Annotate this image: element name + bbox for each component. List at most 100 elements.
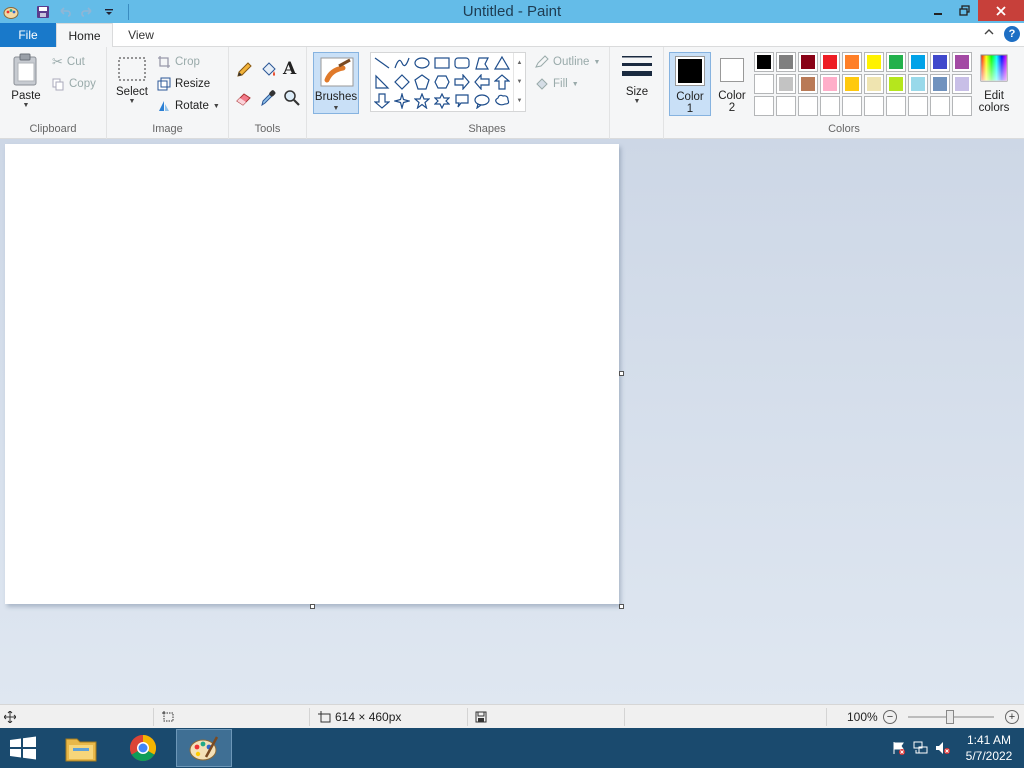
shape-pentagon-icon[interactable]: [413, 73, 431, 91]
palette-empty-swatch[interactable]: [864, 96, 884, 116]
shape-diamond-icon[interactable]: [393, 73, 411, 91]
paste-button[interactable]: Paste ▼: [6, 53, 46, 109]
shape-rounded-callout-icon[interactable]: [453, 92, 471, 110]
zoom-in-button[interactable]: +: [1005, 710, 1019, 724]
restore-button[interactable]: [951, 0, 978, 21]
shape-oval-callout-icon[interactable]: [473, 92, 491, 110]
palette-empty-swatch[interactable]: [820, 96, 840, 116]
shape-left-arrow-icon[interactable]: [473, 73, 491, 91]
shape-polygon-icon[interactable]: [473, 54, 491, 72]
shape-rounded-rectangle-icon[interactable]: [453, 54, 471, 72]
copy-button[interactable]: Copy: [52, 75, 96, 93]
shapes-scrollbar[interactable]: ▲ ▼ ▼: [513, 53, 525, 111]
palette-empty-swatch[interactable]: [908, 96, 928, 116]
rotate-dropdown-icon[interactable]: ▼: [213, 103, 220, 110]
shape-right-triangle-icon[interactable]: [373, 73, 391, 91]
shape-four-point-star-icon[interactable]: [393, 92, 411, 110]
palette-color-swatch[interactable]: [908, 52, 928, 72]
palette-color-swatch[interactable]: [754, 52, 774, 72]
fill-button[interactable]: Fill ▼: [534, 75, 579, 93]
shape-down-arrow-icon[interactable]: [373, 92, 391, 110]
minimize-button[interactable]: [924, 0, 951, 21]
shape-six-point-star-icon[interactable]: [433, 92, 451, 110]
tab-home[interactable]: Home: [56, 23, 113, 48]
drawing-canvas[interactable]: [5, 144, 619, 604]
palette-color-swatch[interactable]: [842, 74, 862, 94]
expand-gallery-icon[interactable]: ▼: [517, 98, 523, 104]
size-button[interactable]: Size ▼: [618, 53, 656, 105]
shape-oval-icon[interactable]: [413, 54, 431, 72]
color1-button[interactable]: Color 1: [669, 52, 711, 116]
color2-button[interactable]: Color 2: [712, 52, 752, 116]
crop-button[interactable]: Crop: [157, 53, 200, 71]
palette-color-swatch[interactable]: [842, 52, 862, 72]
redo-icon[interactable]: [78, 3, 96, 21]
palette-empty-swatch[interactable]: [754, 96, 774, 116]
palette-color-swatch[interactable]: [930, 74, 950, 94]
scroll-down-icon[interactable]: ▼: [517, 79, 523, 85]
palette-empty-swatch[interactable]: [842, 96, 862, 116]
cut-button[interactable]: ✂ Cut: [52, 53, 85, 71]
palette-color-swatch[interactable]: [820, 52, 840, 72]
brushes-dropdown-icon[interactable]: ▼: [314, 105, 358, 112]
fill-dropdown-icon[interactable]: ▼: [572, 81, 579, 88]
palette-color-swatch[interactable]: [820, 74, 840, 94]
text-tool-icon[interactable]: A: [283, 59, 303, 79]
eraser-icon[interactable]: [235, 89, 255, 109]
select-button[interactable]: Select ▼: [115, 55, 149, 105]
shape-line-icon[interactable]: [373, 54, 391, 72]
palette-color-swatch[interactable]: [886, 74, 906, 94]
palette-color-swatch[interactable]: [798, 52, 818, 72]
system-clock[interactable]: 1:41 AM 5/7/2022: [954, 732, 1024, 764]
shape-triangle-icon[interactable]: [493, 54, 511, 72]
palette-empty-swatch[interactable]: [798, 96, 818, 116]
palette-color-swatch[interactable]: [886, 52, 906, 72]
palette-color-swatch[interactable]: [864, 74, 884, 94]
shape-right-arrow-icon[interactable]: [453, 73, 471, 91]
paint-app-icon[interactable]: [2, 3, 20, 21]
magnifier-icon[interactable]: [283, 89, 303, 109]
shape-hexagon-icon[interactable]: [433, 73, 451, 91]
scroll-up-icon[interactable]: ▲: [517, 60, 523, 66]
pencil-icon[interactable]: [235, 61, 255, 81]
zoom-slider-thumb[interactable]: [946, 710, 954, 724]
edit-colors-button[interactable]: Edit colors: [975, 52, 1013, 116]
undo-icon[interactable]: [56, 3, 74, 21]
volume-muted-icon[interactable]: [932, 738, 954, 758]
canvas-resize-handle-bottom[interactable]: [310, 604, 315, 609]
close-button[interactable]: [978, 0, 1024, 21]
palette-color-swatch[interactable]: [776, 52, 796, 72]
windows-start-button[interactable]: [8, 736, 38, 763]
palette-color-swatch[interactable]: [754, 74, 774, 94]
paste-dropdown-icon[interactable]: ▼: [6, 102, 46, 109]
zoom-out-button[interactable]: −: [883, 710, 897, 724]
palette-color-swatch[interactable]: [952, 74, 972, 94]
palette-empty-swatch[interactable]: [776, 96, 796, 116]
customize-quick-access-icon[interactable]: [100, 3, 118, 21]
help-button[interactable]: ?: [1004, 26, 1020, 42]
tab-file[interactable]: File: [0, 23, 56, 47]
rotate-button[interactable]: Rotate ▼: [157, 97, 220, 115]
save-icon[interactable]: [34, 3, 52, 21]
shape-curve-icon[interactable]: [393, 54, 411, 72]
shape-rectangle-icon[interactable]: [433, 54, 451, 72]
taskbar-paint[interactable]: [176, 729, 232, 767]
palette-color-swatch[interactable]: [952, 52, 972, 72]
resize-button[interactable]: Resize: [157, 75, 210, 93]
palette-empty-swatch[interactable]: [886, 96, 906, 116]
select-dropdown-icon[interactable]: ▼: [115, 98, 149, 105]
tab-view[interactable]: View: [113, 23, 169, 47]
action-center-flag-icon[interactable]: [888, 738, 910, 758]
shape-five-point-star-icon[interactable]: [413, 92, 431, 110]
palette-color-swatch[interactable]: [864, 52, 884, 72]
outline-button[interactable]: Outline ▼: [534, 53, 600, 71]
outline-dropdown-icon[interactable]: ▼: [593, 59, 600, 66]
taskbar-chrome[interactable]: [115, 729, 171, 767]
network-icon[interactable]: [910, 738, 932, 758]
minimize-ribbon-icon[interactable]: [984, 25, 994, 39]
palette-color-swatch[interactable]: [930, 52, 950, 72]
palette-color-swatch[interactable]: [798, 74, 818, 94]
canvas-resize-handle-corner[interactable]: [619, 604, 624, 609]
color-picker-icon[interactable]: [259, 89, 279, 109]
palette-empty-swatch[interactable]: [952, 96, 972, 116]
